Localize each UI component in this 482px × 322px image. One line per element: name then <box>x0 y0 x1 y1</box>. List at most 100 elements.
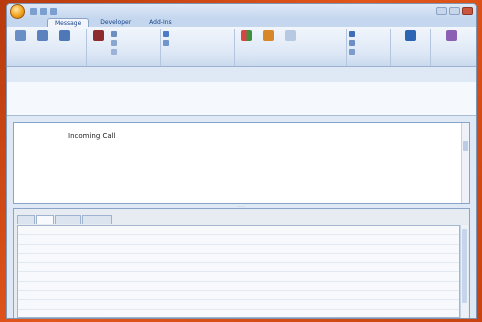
reply-all-button[interactable] <box>33 30 52 48</box>
table-cell <box>18 303 165 307</box>
reply-button[interactable] <box>11 30 30 48</box>
not-junk-button[interactable] <box>163 40 199 46</box>
table-row <box>18 291 459 301</box>
field-label <box>167 303 216 307</box>
header-row <box>15 93 468 101</box>
categorize-button[interactable] <box>237 30 256 48</box>
field-value <box>73 275 146 279</box>
tab-detail-1[interactable] <box>17 215 35 224</box>
move-to-folder-button[interactable] <box>111 31 147 37</box>
tab-detail-2[interactable] <box>36 215 54 224</box>
field-label <box>167 275 216 279</box>
detail-tabs <box>14 215 469 224</box>
delete-icon <box>93 30 104 41</box>
field-label <box>314 303 363 307</box>
table-row <box>18 254 459 264</box>
reply-icon <box>15 30 26 41</box>
group-label-junk <box>163 59 232 66</box>
create-rule-button[interactable] <box>111 40 147 46</box>
extra-icon <box>445 30 457 41</box>
field-value <box>73 284 146 288</box>
table-cell <box>18 256 165 260</box>
other-actions-button[interactable] <box>111 49 147 55</box>
time-line <box>78 170 148 175</box>
table-cell <box>312 256 459 260</box>
table-cell <box>18 284 165 288</box>
custom-button[interactable] <box>393 30 428 48</box>
redo-icon[interactable] <box>50 7 57 15</box>
details-scrollbar[interactable] <box>460 225 468 318</box>
tab-detail-3[interactable] <box>55 215 81 224</box>
office-button[interactable] <box>10 4 25 19</box>
group-label-actions <box>89 59 158 66</box>
forward-button[interactable] <box>55 30 74 48</box>
outlook-message-window: Message Developer Add-Ins Incoming Call … <box>6 3 477 319</box>
field-label <box>314 256 363 260</box>
delete-button[interactable] <box>89 30 108 48</box>
maximize-button[interactable] <box>449 7 460 15</box>
tab-developer[interactable]: Developer <box>93 18 138 27</box>
field-label <box>314 228 363 232</box>
ribbon-group-find <box>347 29 391 66</box>
field-value <box>367 237 440 241</box>
title-bar <box>7 4 476 19</box>
forward-icon <box>59 30 70 41</box>
field-value <box>220 284 293 288</box>
group-label-extra <box>433 59 469 66</box>
undo-icon[interactable] <box>40 7 47 15</box>
field-value <box>367 284 440 288</box>
field-value <box>220 293 293 297</box>
table-row <box>18 282 459 292</box>
link-line[interactable] <box>78 187 160 192</box>
block-sender-button[interactable] <box>163 31 199 37</box>
field-label <box>314 265 363 269</box>
field-value <box>73 312 146 316</box>
message-body[interactable]: Incoming Call <box>13 122 470 204</box>
scroll-thumb[interactable] <box>462 229 467 303</box>
select-button[interactable] <box>349 49 371 55</box>
related-button[interactable] <box>349 40 371 46</box>
ribbon-group-options <box>235 29 347 66</box>
tab-add-ins[interactable]: Add-Ins <box>142 18 178 27</box>
find-button[interactable] <box>349 31 371 37</box>
field-value <box>73 256 146 260</box>
field-label <box>167 237 216 241</box>
actions-icon <box>111 49 117 55</box>
field-label <box>20 265 69 269</box>
field-label <box>167 293 216 297</box>
table-cell <box>18 275 165 279</box>
minimize-button[interactable] <box>436 7 447 15</box>
follow-up-button[interactable] <box>259 30 278 48</box>
field-value <box>367 228 440 232</box>
flag-icon <box>263 30 274 41</box>
field-label <box>167 228 216 232</box>
scroll-thumb[interactable] <box>463 141 468 151</box>
extra-button[interactable] <box>433 30 469 48</box>
group-label-respond <box>11 59 84 66</box>
table-cell <box>312 237 459 241</box>
ribbon-group-extra <box>431 29 471 66</box>
window-title <box>77 8 376 14</box>
field-label <box>20 237 69 241</box>
field-label <box>20 293 69 297</box>
quick-access-toolbar <box>30 7 57 15</box>
group-label-custom <box>393 59 428 66</box>
field-label <box>314 275 363 279</box>
folder-icon <box>111 31 117 37</box>
table-cell <box>18 293 165 297</box>
message-header <box>7 82 476 116</box>
field-label <box>20 228 69 232</box>
field-value <box>367 303 440 307</box>
close-button[interactable] <box>462 7 473 15</box>
save-icon[interactable] <box>30 7 37 15</box>
field-value <box>220 247 293 251</box>
table-cell <box>18 312 165 316</box>
mark-unread-button[interactable] <box>281 30 300 48</box>
table-cell <box>312 303 459 307</box>
tab-detail-4[interactable] <box>82 215 112 224</box>
field-label <box>167 284 216 288</box>
tab-message[interactable]: Message <box>47 18 90 27</box>
body-scrollbar[interactable] <box>461 123 469 203</box>
contact-details-pane <box>13 208 470 318</box>
field-value <box>367 265 440 269</box>
